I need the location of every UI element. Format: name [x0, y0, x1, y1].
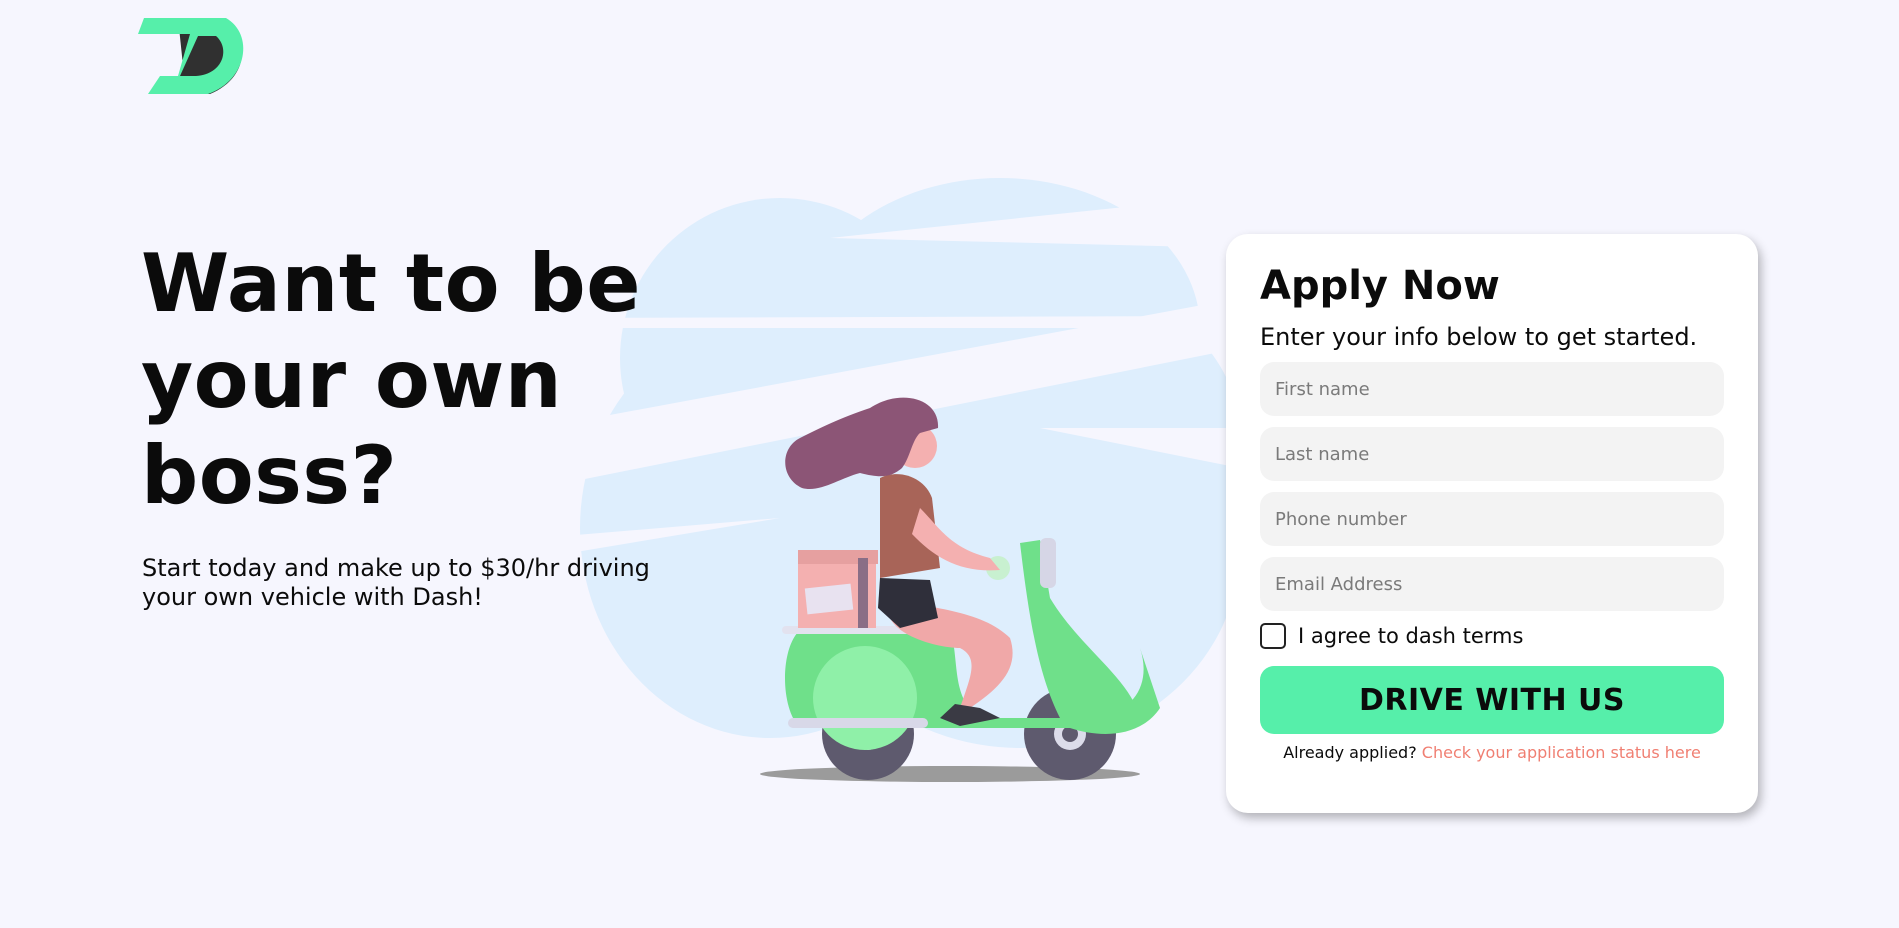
email-input[interactable] [1260, 557, 1724, 611]
first-name-input[interactable] [1260, 362, 1724, 416]
hero-headline: Want to be your own boss? [141, 237, 641, 522]
last-name-input[interactable] [1260, 427, 1724, 481]
landing-page: Want to be your own boss? Start today an… [0, 0, 1899, 928]
phone-input[interactable] [1260, 492, 1724, 546]
check-status-link[interactable]: Check your application status here [1422, 743, 1701, 762]
terms-label: I agree to dash terms [1298, 624, 1524, 648]
status-prefix: Already applied? [1283, 743, 1417, 762]
hero-subtext: Start today and make up to $30/hr drivin… [142, 554, 650, 611]
terms-row[interactable]: I agree to dash terms [1260, 622, 1523, 650]
terms-checkbox[interactable] [1260, 623, 1286, 649]
drive-with-us-button[interactable]: DRIVE WITH US [1260, 666, 1724, 734]
application-status-row: Already applied? Check your application … [1226, 743, 1758, 763]
apply-title: Apply Now [1260, 263, 1500, 309]
apply-subtitle: Enter your info below to get started. [1260, 323, 1698, 351]
apply-card: Apply Now Enter your info below to get s… [1226, 234, 1758, 813]
dash-logo-icon[interactable] [138, 14, 254, 98]
